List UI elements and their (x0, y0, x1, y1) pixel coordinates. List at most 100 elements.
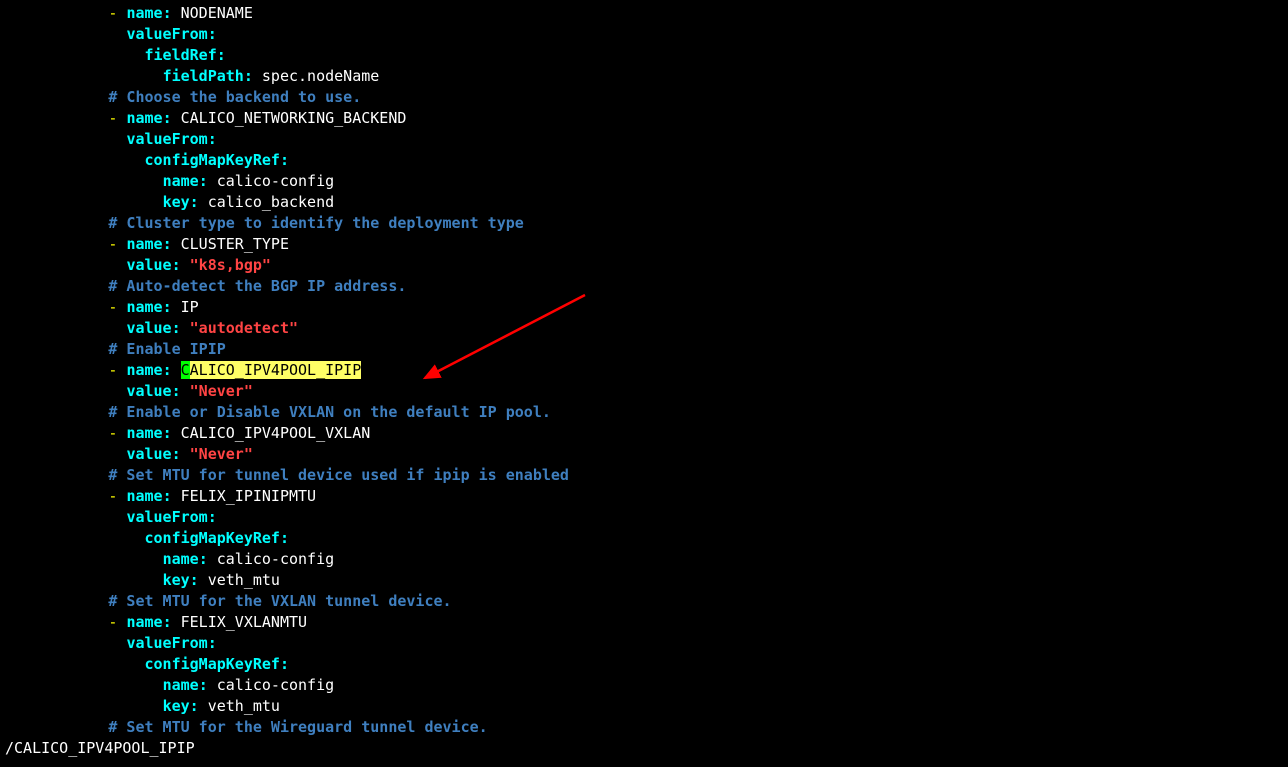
yaml-key: name (126, 4, 162, 22)
code-line[interactable]: # Cluster type to identify the deploymen… (0, 213, 1288, 234)
yaml-value: calico-config (208, 172, 334, 190)
yaml-value: : (163, 298, 172, 316)
yaml-value: NODENAME (172, 4, 253, 22)
yaml-value: : (208, 634, 217, 652)
yaml-key: value (126, 256, 171, 274)
code-line[interactable]: - name: CALICO_NETWORKING_BACKEND (0, 108, 1288, 129)
code-line[interactable]: fieldPath: spec.nodeName (0, 66, 1288, 87)
code-line[interactable]: - name: IP (0, 297, 1288, 318)
yaml-key: valueFrom (126, 130, 207, 148)
yaml-value: : (190, 571, 199, 589)
code-line[interactable]: # Enable or Disable VXLAN on the default… (0, 402, 1288, 423)
yaml-string: "k8s,bgp" (190, 256, 271, 274)
yaml-value: calico-config (208, 676, 334, 694)
yaml-value: : (208, 130, 217, 148)
yaml-comment: # Enable or Disable VXLAN on the default… (108, 403, 551, 421)
code-line[interactable]: value: "Never" (0, 381, 1288, 402)
code-line[interactable]: # Set MTU for the VXLAN tunnel device. (0, 591, 1288, 612)
code-line[interactable]: value: "k8s,bgp" (0, 255, 1288, 276)
yaml-value: FELIX_VXLANMTU (172, 613, 307, 631)
code-line[interactable]: configMapKeyRef: (0, 150, 1288, 171)
yaml-value: : (163, 424, 172, 442)
yaml-value: : (199, 550, 208, 568)
code-line[interactable]: configMapKeyRef: (0, 654, 1288, 675)
code-line[interactable]: key: veth_mtu (0, 696, 1288, 717)
yaml-string: "Never" (190, 382, 253, 400)
code-line[interactable]: # Auto-detect the BGP IP address. (0, 276, 1288, 297)
code-line[interactable]: name: calico-config (0, 549, 1288, 570)
code-line[interactable]: value: "Never" (0, 444, 1288, 465)
yaml-list-dash: - (108, 487, 126, 505)
code-line[interactable]: - name: CALICO_IPV4POOL_VXLAN (0, 423, 1288, 444)
yaml-key: configMapKeyRef (145, 529, 280, 547)
yaml-key: name (126, 613, 162, 631)
yaml-value: : (208, 25, 217, 43)
code-line[interactable]: value: "autodetect" (0, 318, 1288, 339)
yaml-value: : (163, 4, 172, 22)
yaml-value: : (163, 109, 172, 127)
yaml-value: spec.nodeName (253, 67, 379, 85)
code-line[interactable]: fieldRef: (0, 45, 1288, 66)
code-line[interactable]: - name: CALICO_IPV4POOL_IPIP (0, 360, 1288, 381)
code-editor[interactable]: - name: NODENAME valueFrom: fieldRef: fi… (0, 0, 1288, 738)
yaml-value: : (217, 46, 226, 64)
yaml-value: : (280, 151, 289, 169)
code-line[interactable]: valueFrom: (0, 24, 1288, 45)
code-line[interactable]: valueFrom: (0, 507, 1288, 528)
yaml-list-dash: - (108, 424, 126, 442)
yaml-key: name (163, 550, 199, 568)
yaml-key: value (126, 319, 171, 337)
yaml-key: valueFrom (126, 634, 207, 652)
code-line[interactable]: - name: CLUSTER_TYPE (0, 234, 1288, 255)
yaml-value: : (163, 235, 172, 253)
yaml-key: valueFrom (126, 508, 207, 526)
yaml-comment: # Auto-detect the BGP IP address. (108, 277, 406, 295)
yaml-value: : (172, 319, 181, 337)
yaml-list-dash: - (108, 613, 126, 631)
yaml-value: veth_mtu (199, 571, 280, 589)
code-line[interactable]: # Set MTU for the Wireguard tunnel devic… (0, 717, 1288, 738)
code-line[interactable]: key: veth_mtu (0, 570, 1288, 591)
yaml-value: : (172, 256, 181, 274)
yaml-value: : (199, 676, 208, 694)
yaml-key: valueFrom (126, 25, 207, 43)
yaml-comment: # Set MTU for tunnel device used if ipip… (108, 466, 569, 484)
yaml-value (172, 361, 181, 379)
yaml-value: calico-config (208, 550, 334, 568)
code-line[interactable]: valueFrom: (0, 129, 1288, 150)
yaml-value (181, 382, 190, 400)
vim-command-line[interactable]: /CALICO_IPV4POOL_IPIP (5, 738, 195, 759)
yaml-list-dash: - (108, 109, 126, 127)
yaml-value: : (208, 508, 217, 526)
yaml-key: name (126, 109, 162, 127)
yaml-value: IP (172, 298, 199, 316)
code-line[interactable]: - name: NODENAME (0, 3, 1288, 24)
code-line[interactable]: # Enable IPIP (0, 339, 1288, 360)
code-line[interactable]: name: calico-config (0, 675, 1288, 696)
code-line[interactable]: key: calico_backend (0, 192, 1288, 213)
yaml-value: : (244, 67, 253, 85)
code-line[interactable]: - name: FELIX_VXLANMTU (0, 612, 1288, 633)
yaml-value: calico_backend (199, 193, 334, 211)
yaml-comment: # Enable IPIP (108, 340, 225, 358)
yaml-key: name (126, 424, 162, 442)
code-line[interactable]: # Set MTU for tunnel device used if ipip… (0, 465, 1288, 486)
code-line[interactable]: valueFrom: (0, 633, 1288, 654)
yaml-key: name (126, 298, 162, 316)
yaml-key: fieldPath (163, 67, 244, 85)
yaml-list-dash: - (108, 4, 126, 22)
code-line[interactable]: - name: FELIX_IPINIPMTU (0, 486, 1288, 507)
yaml-value (181, 256, 190, 274)
yaml-key: fieldRef (145, 46, 217, 64)
yaml-string: "autodetect" (190, 319, 298, 337)
yaml-value: : (199, 172, 208, 190)
yaml-key: key (163, 193, 190, 211)
yaml-value: : (190, 697, 199, 715)
yaml-value: CLUSTER_TYPE (172, 235, 289, 253)
code-line[interactable]: configMapKeyRef: (0, 528, 1288, 549)
yaml-comment: # Cluster type to identify the deploymen… (108, 214, 523, 232)
yaml-key: name (163, 172, 199, 190)
yaml-value: : (172, 445, 181, 463)
code-line[interactable]: name: calico-config (0, 171, 1288, 192)
code-line[interactable]: # Choose the backend to use. (0, 87, 1288, 108)
